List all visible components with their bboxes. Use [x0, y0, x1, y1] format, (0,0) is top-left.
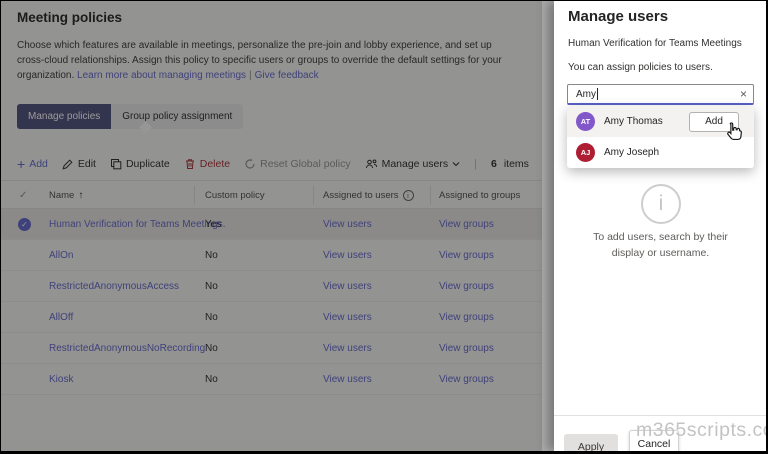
empty-state-line2: display or username.	[554, 245, 767, 261]
panel-footer: Apply Cancel	[554, 415, 767, 451]
search-results-dropdown: AT Amy Thomas Add AJ Amy Joseph	[567, 106, 754, 168]
panel-title: Manage users	[568, 8, 668, 25]
manage-users-panel: Manage users Human Verification for Team…	[554, 1, 767, 451]
avatar: AT	[576, 112, 595, 131]
cancel-button[interactable]: Cancel	[629, 430, 679, 454]
screenshot-frame: Meeting policies Choose which features a…	[0, 0, 768, 454]
panel-instruction: You can assign policies to users.	[568, 62, 713, 73]
search-input-value: Amy	[576, 89, 596, 100]
modal-dim-overlay	[1, 1, 554, 451]
empty-state-text: To add users, search by their display or…	[554, 229, 767, 261]
search-result-item[interactable]: AT Amy Thomas Add	[567, 106, 754, 137]
add-user-button[interactable]: Add	[689, 112, 739, 132]
user-search-input[interactable]: Amy ×	[567, 84, 754, 105]
result-user-name: Amy Joseph	[604, 147, 659, 158]
info-circle-icon: i	[641, 184, 681, 224]
avatar: AJ	[576, 143, 595, 162]
apply-button[interactable]: Apply	[564, 434, 618, 454]
empty-state-line1: To add users, search by their	[554, 229, 767, 245]
meeting-policies-page: Meeting policies Choose which features a…	[1, 1, 554, 451]
close-icon[interactable]: ×	[740, 87, 747, 101]
search-result-item[interactable]: AJ Amy Joseph	[567, 137, 754, 168]
text-caret	[597, 88, 598, 100]
panel-policy-name: Human Verification for Teams Meetings	[568, 38, 742, 49]
page-scrollbar[interactable]	[542, 1, 554, 451]
result-user-name: Amy Thomas	[604, 116, 663, 127]
